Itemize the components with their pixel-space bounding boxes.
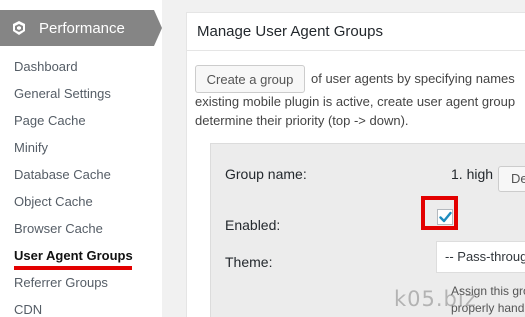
manage-user-agent-groups-panel: Manage User Agent Groups Create a group …	[186, 12, 525, 317]
intro-text-line-1: of user agents by specifying names	[311, 71, 515, 86]
enabled-highlight-annotation	[421, 196, 458, 230]
performance-menu-header[interactable]: Performance	[0, 10, 162, 46]
sidebar-item-page-cache[interactable]: Page Cache	[0, 107, 162, 134]
sidebar-item-cdn[interactable]: CDN	[0, 296, 162, 317]
enabled-label: Enabled:	[225, 217, 281, 233]
title-divider	[187, 50, 525, 51]
delete-group-button[interactable]: Delete	[498, 166, 525, 192]
sidebar-item-referrer-groups[interactable]: Referrer Groups	[0, 269, 162, 296]
create-group-button[interactable]: Create a group	[195, 65, 305, 93]
performance-submenu: Dashboard General Settings Page Cache Mi…	[0, 53, 162, 317]
sidebar-item-general-settings[interactable]: General Settings	[0, 80, 162, 107]
site-watermark: k05.biz	[394, 287, 477, 311]
intro-text-line-3: determine their priority (top -> down).	[195, 113, 409, 128]
user-agent-group-panel: Group name: 1. high Delete Enabled: Them…	[210, 143, 525, 317]
group-priority: 1. high	[451, 166, 494, 182]
theme-select[interactable]: -- Pass-through --	[436, 241, 525, 273]
page-title: Manage User Agent Groups	[197, 23, 383, 40]
sidebar-item-database-cache[interactable]: Database Cache	[0, 161, 162, 188]
sidebar-item-object-cache[interactable]: Object Cache	[0, 188, 162, 215]
sidebar-item-dashboard[interactable]: Dashboard	[0, 53, 162, 80]
enabled-checkbox[interactable]	[437, 209, 453, 225]
sidebar-item-browser-cache[interactable]: Browser Cache	[0, 215, 162, 242]
intro-text-line-2: existing mobile plugin is active, create…	[195, 94, 516, 109]
sidebar-item-user-agent-groups[interactable]: User Agent Groups	[0, 242, 162, 269]
theme-label: Theme:	[225, 254, 273, 270]
group-name-label: Group name:	[225, 166, 307, 182]
w3tc-performance-icon	[11, 20, 27, 36]
active-item-red-underline	[14, 266, 132, 270]
checkmark-icon	[438, 211, 452, 223]
sidebar-item-minify[interactable]: Minify	[0, 134, 162, 161]
admin-sidebar: Performance Dashboard General Settings P…	[0, 0, 162, 317]
performance-menu-title: Performance	[39, 19, 125, 37]
